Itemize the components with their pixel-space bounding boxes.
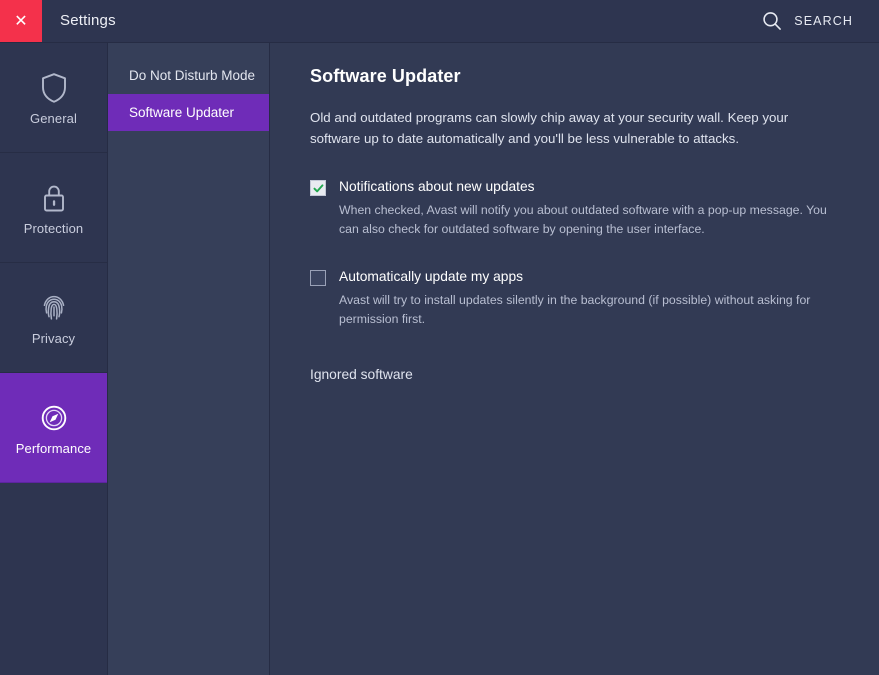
- settings-window: ✕ Settings SEARCH General Protection Pri…: [0, 0, 879, 675]
- page-description: Old and outdated programs can slowly chi…: [310, 110, 789, 146]
- subcategory-list: Do Not Disturb Mode Software Updater: [108, 43, 270, 675]
- lock-icon: [40, 179, 68, 217]
- sidebar-item-protection[interactable]: Protection: [0, 153, 107, 263]
- sidebar-item-label: Protection: [23, 221, 84, 236]
- search-button[interactable]: SEARCH: [761, 0, 879, 42]
- window-title: Settings: [60, 12, 116, 29]
- close-x-icon: ✕: [14, 11, 28, 30]
- sidebar-item-privacy[interactable]: Privacy: [0, 263, 107, 373]
- shield-icon: [40, 69, 68, 107]
- category-sidebar: General Protection Privacy Performance: [0, 43, 108, 675]
- page-title: Software Updater: [310, 66, 461, 86]
- sidebar-item-performance[interactable]: Performance: [0, 373, 107, 483]
- fingerprint-icon: [40, 289, 68, 327]
- checkmark-icon: [313, 183, 323, 192]
- close-button[interactable]: ✕: [0, 0, 42, 42]
- search-icon: [761, 10, 783, 32]
- title-bar: ✕ Settings SEARCH: [0, 0, 879, 43]
- ignored-software-link[interactable]: Ignored software: [310, 367, 413, 382]
- sidebar-item-general[interactable]: General: [0, 43, 107, 153]
- option-label: Notifications about new updates: [339, 179, 535, 194]
- sidebar-item-label: Privacy: [31, 331, 76, 346]
- sidebar-item-label: General: [30, 111, 77, 126]
- subnav-item-do-not-disturb-mode[interactable]: Do Not Disturb Mode: [108, 57, 269, 94]
- option-label: Automatically update my apps: [339, 269, 524, 284]
- sidebar-item-label: Performance: [15, 441, 92, 456]
- option-help-text: When checked, Avast will notify you abou…: [339, 203, 827, 236]
- speedometer-icon: [39, 399, 69, 437]
- auto-update-checkbox[interactable]: [310, 270, 326, 286]
- subnav-item-software-updater[interactable]: Software Updater: [108, 94, 269, 131]
- content-panel: Software Updater Old and outdated progra…: [270, 43, 879, 675]
- option-automatically-update-my-apps[interactable]: Automatically update my apps: [310, 268, 849, 286]
- option-notifications-about-new-updates[interactable]: Notifications about new updates: [310, 178, 849, 196]
- notifications-checkbox[interactable]: [310, 180, 326, 196]
- option-help-text: Avast will try to install updates silent…: [339, 293, 811, 326]
- search-label: SEARCH: [794, 14, 853, 28]
